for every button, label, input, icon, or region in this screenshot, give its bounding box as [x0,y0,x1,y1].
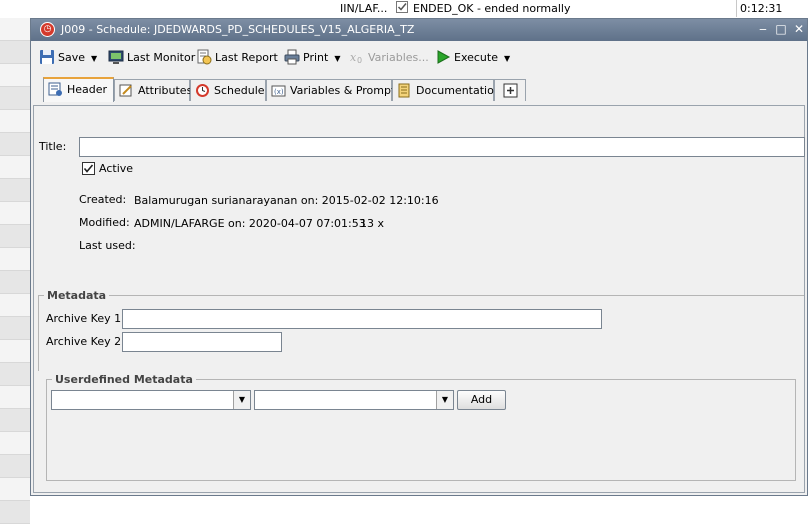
active-label: Active [99,162,134,175]
toolbar: Save ▼ Last Monitor Last Report Print ▼ x0… [31,43,807,73]
variables-icon: (x) [271,83,286,98]
tab-documentation-label: Documentation [416,84,501,97]
header-panel: Title: Active Created: Balamurugan suria… [33,105,805,493]
monitor-icon [108,49,124,65]
print-dropdown-icon[interactable]: ▼ [334,49,340,69]
last-monitor-label: Last Monitor [127,51,196,64]
header-icon [48,82,63,97]
tab-header[interactable]: Header [43,77,114,102]
archive-key-2-input[interactable] [122,332,282,352]
tab-documentation[interactable]: Documentation [392,79,501,101]
tab-schedule[interactable]: Schedule [190,79,266,101]
floppy-disk-icon [39,49,55,65]
svg-text:0: 0 [357,56,362,65]
modified-count: 13 x [360,217,385,230]
variables-button[interactable]: x0 Variables... [349,48,429,68]
variables-x-icon: x0 [349,49,365,65]
userdefined-key-combo[interactable]: ▼ [51,390,251,410]
bg-time-cell: 0:12:31 [736,0,808,17]
bg-status-check-icon [396,0,410,17]
tab-schedule-label: Schedule [214,84,265,97]
save-dropdown-icon[interactable]: ▼ [91,49,97,69]
metadata-group: Metadata Archive Key 1: Archive Key 2: [38,289,804,371]
bg-user-cell: IIN/LAF... [340,2,388,15]
chevron-down-icon[interactable]: ▼ [436,391,453,409]
attributes-icon [119,83,134,98]
userdefined-value-combo[interactable]: ▼ [254,390,454,410]
documentation-icon [397,83,412,98]
userdefined-metadata-title: Userdefined Metadata [52,373,196,386]
variables-label: Variables... [368,51,429,64]
close-button[interactable]: ✕ [791,21,807,37]
archive-key-2-label: Archive Key 2: [46,335,125,348]
last-monitor-button[interactable]: Last Monitor [108,48,195,68]
schedule-clock-icon [195,83,210,98]
window-titlebar[interactable]: ◷ J009 - Schedule: JDEDWARDS_PD_SCHEDULE… [31,19,807,41]
archive-key-1-label: Archive Key 1: [46,312,125,325]
created-label: Created: [79,193,127,206]
minimize-button[interactable]: ‒ [755,21,771,37]
save-label: Save [58,51,86,64]
execute-label: Execute [454,51,498,64]
tab-variables-prompts[interactable]: (x) Variables & Prompts [266,79,401,101]
archive-key-1-input[interactable] [122,309,602,329]
tab-attributes-label: Attributes [138,84,193,97]
created-value: Balamurugan surianarayanan on: 2015-02-0… [134,194,439,207]
modified-label: Modified: [79,216,130,229]
background-table-header: IIN/LAF... ENDED_OK - ended normally 0:1… [0,0,808,19]
title-input[interactable] [79,137,805,157]
chevron-down-icon[interactable]: ▼ [233,391,250,409]
execute-button[interactable]: Execute ▼ [435,48,510,68]
add-metadata-button[interactable]: Add [457,390,506,410]
svg-text:x: x [350,51,357,64]
modified-value: ADMIN/LAFARGE on: 2020-04-07 07:01:53 [134,217,366,230]
schedule-window: ◷ J009 - Schedule: JDEDWARDS_PD_SCHEDULE… [30,18,808,496]
active-checkbox[interactable] [82,162,95,175]
execute-dropdown-icon[interactable]: ▼ [504,49,510,69]
maximize-button[interactable]: □ [773,21,789,37]
bg-status-cell: ENDED_OK - ended normally [413,2,571,15]
title-label: Title: [39,140,67,153]
last-used-label: Last used: [79,239,136,252]
report-icon [196,49,212,65]
tab-attributes[interactable]: Attributes [114,79,193,101]
background-table-rows [0,18,30,524]
metadata-title: Metadata [44,289,110,302]
play-icon [435,49,451,65]
tab-variables-prompts-label: Variables & Prompts [290,84,402,97]
save-button[interactable]: Save ▼ [39,48,97,68]
last-report-label: Last Report [215,51,278,64]
window-title: J009 - Schedule: JDEDWARDS_PD_SCHEDULES_… [61,23,415,36]
svg-text:(x): (x) [274,88,284,96]
tab-add[interactable] [494,79,526,101]
add-tab-icon [503,83,518,98]
last-report-button[interactable]: Last Report [196,48,278,68]
print-label: Print [303,51,329,64]
userdefined-metadata-group: Userdefined Metadata ▼ ▼ Add [46,373,796,481]
print-button[interactable]: Print ▼ [284,48,340,68]
schedule-app-icon: ◷ [40,22,55,37]
printer-icon [284,49,300,65]
tab-header-label: Header [67,83,108,96]
